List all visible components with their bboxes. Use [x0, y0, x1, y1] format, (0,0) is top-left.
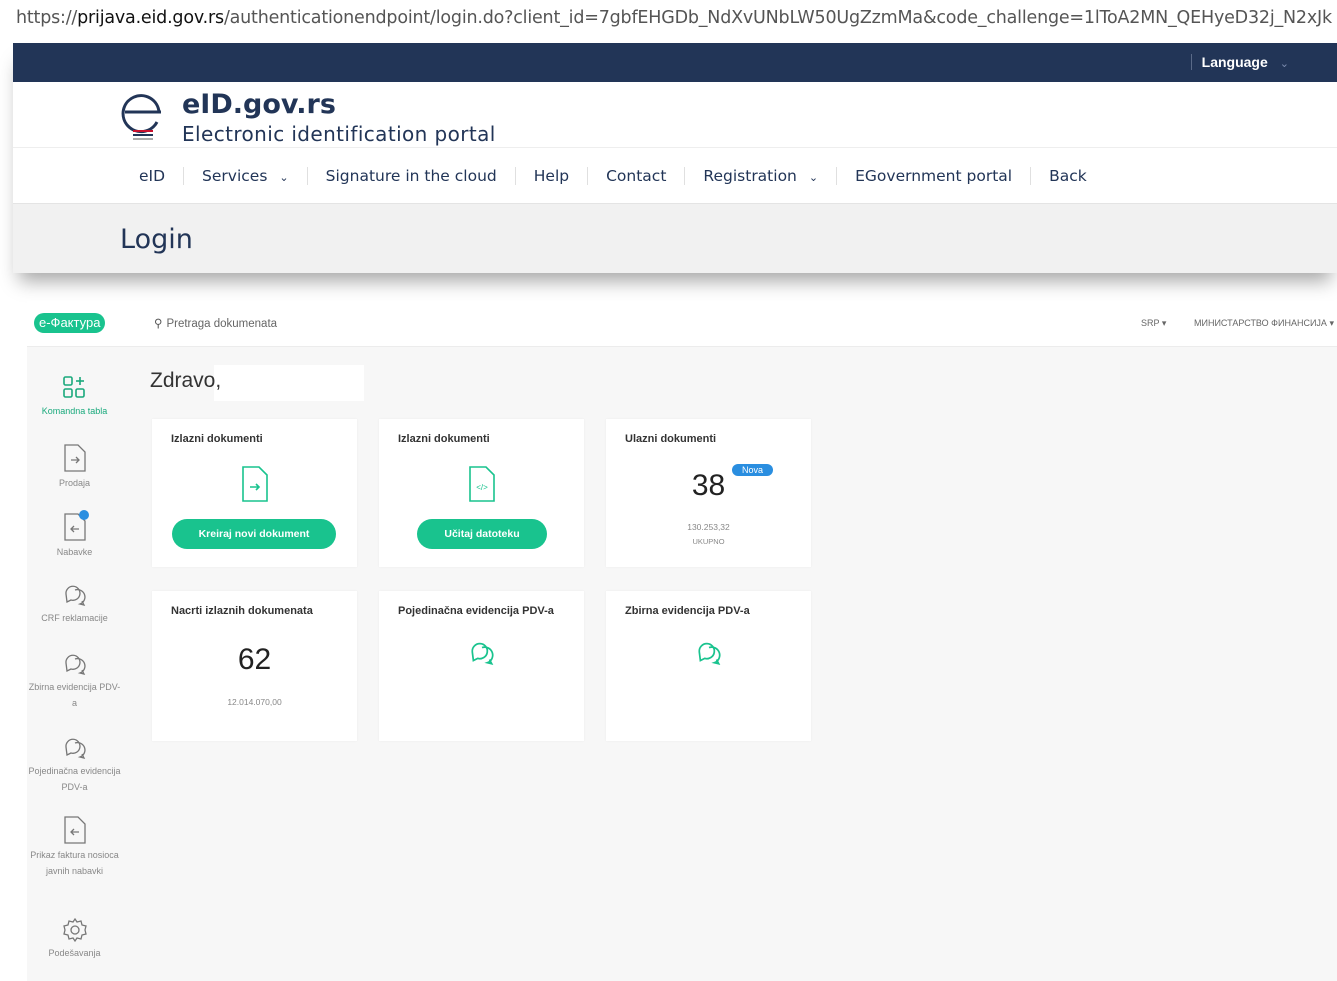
search-placeholder: Pretraga dokumenata [166, 318, 278, 330]
sidebar-item-label: Zbirna evidencija PDV-a [28, 682, 121, 708]
card-title: Ulazni dokumenti [625, 433, 717, 445]
drafts-count: 62 [237, 643, 272, 676]
chevron-down-icon: ⌄ [808, 170, 819, 184]
eid-logo-icon [121, 94, 161, 140]
nav-registration-label: Registration [703, 166, 797, 185]
language-value: SRP [1141, 318, 1160, 328]
sidebar-item-nabavke[interactable]: Nabavke [27, 510, 122, 560]
create-document-button[interactable]: Kreiraj novi dokument [172, 519, 336, 549]
language-selector[interactable]: Language ⌄ [1190, 54, 1289, 70]
url-prefix: https:// [16, 8, 78, 28]
nav-signature-label: Signature in the cloud [325, 166, 497, 185]
organization-name: МИНИСТАРСТВО ФИНАНСИЈА [1194, 318, 1327, 328]
card-ulazni[interactable]: Ulazni dokumenti 38 Nova 130.253,32 UKUP… [606, 419, 811, 567]
chevron-down-icon: ⌄ [1279, 58, 1289, 70]
dashboard-icon [62, 376, 85, 398]
address-bar[interactable]: https://prijava.eid.gov.rs/authenticatio… [0, 0, 1337, 38]
chat-icon [379, 639, 584, 672]
organization-selector[interactable]: МИНИСТАРСТВО ФИНАНСИЈА ▾ [1194, 318, 1334, 329]
sidebar-item-label: Komandna tabla [41, 406, 108, 416]
sidebar-item-zbirna[interactable]: Zbirna evidencija PDV-a [27, 651, 122, 711]
sidebar-item-label: Prikaz faktura nosioca javnih nabavki [30, 850, 119, 876]
eid-site-title[interactable]: eID.gov.rs [182, 89, 336, 120]
card-zbirna-evidencija[interactable]: Zbirna evidencija PDV-a [606, 591, 811, 741]
nav-contact-label: Contact [606, 166, 667, 185]
card-title: Izlazni dokumenti [398, 433, 490, 445]
nav-back-label: Back [1049, 166, 1087, 185]
search-input[interactable]: ⚲ Pretraga dokumenata [154, 316, 277, 330]
gear-icon [62, 917, 87, 943]
nav-back[interactable]: Back [1031, 167, 1105, 185]
eid-site-subtitle: Electronic identification portal [182, 122, 496, 146]
nav-egov-label: EGovernment portal [855, 166, 1013, 185]
document-in-icon [63, 816, 86, 844]
sidebar-item-pojedinacna[interactable]: Pojedinačna evidencija PDV-a [27, 735, 122, 795]
nav-eid-label: eID [139, 166, 166, 185]
svg-text:</>: </> [476, 483, 488, 492]
sidebar: Komandna tabla Prodaja Nabavke CRF rekla… [27, 347, 122, 981]
document-out-icon [152, 465, 357, 508]
efaktura-logo[interactable]: е-Фактура [34, 313, 106, 333]
efaktura-screenshot: е-Фактура ⚲ Pretraga dokumenata SRP ▾ МИН… [27, 301, 1337, 981]
chat-icon [606, 639, 811, 672]
document-in-icon [63, 510, 89, 541]
nav-signature-cloud[interactable]: Signature in the cloud [308, 166, 516, 185]
card-izlazni-ucitaj: Izlazni dokumenti </> Učitaj datoteku [379, 419, 584, 567]
sidebar-item-prodaja[interactable]: Prodaja [27, 443, 122, 491]
new-badge: Nova [732, 464, 774, 476]
card-izlazni-kreiraj: Izlazni dokumenti Kreiraj novi dokument [152, 419, 357, 567]
nav-help[interactable]: Help [516, 166, 589, 185]
sidebar-item-label: Prodaja [58, 478, 91, 488]
url-domain: prijava.eid.gov.rs [77, 8, 224, 28]
eid-portal-screenshot: Language ⌄ eID.gov.rs Electronic identifi… [13, 43, 1337, 273]
eid-main-nav: eID Services ⌄ Signature in the cloud Hel… [13, 148, 1337, 204]
card-title: Zbirna evidencija PDV-a [625, 605, 750, 617]
efaktura-top-bar: е-Фактура ⚲ Pretraga dokumenata SRP ▾ МИН… [27, 301, 1337, 347]
sidebar-item-label: Nabavke [56, 547, 93, 557]
nav-contact[interactable]: Contact [588, 166, 686, 185]
card-title: Nacrti izlaznih dokumenata [171, 605, 313, 617]
nav-services[interactable]: Services ⌄ [184, 166, 308, 185]
language-label: Language [1201, 54, 1268, 70]
chat-icon [64, 585, 86, 606]
chat-icon [64, 654, 86, 675]
user-name-redacted [214, 365, 364, 401]
eid-brand-header: eID.gov.rs Electronic identification por… [13, 82, 1337, 148]
drafts-amount: 12.014.070,00 [227, 697, 282, 707]
nav-help-label: Help [533, 166, 570, 185]
greeting: Zdravo, [150, 369, 222, 392]
sidebar-item-label: Pojedinačna evidencija PDV-a [28, 766, 121, 792]
search-icon: ⚲ [154, 318, 163, 330]
incoming-amount: 130.253,32 [687, 522, 730, 532]
nav-egovernment[interactable]: EGovernment portal [837, 166, 1032, 185]
sidebar-item-settings[interactable]: Podešavanja [27, 917, 122, 961]
sidebar-item-crf[interactable]: CRF reklamacije [27, 582, 122, 626]
sidebar-item-dashboard[interactable]: Komandna tabla [27, 375, 122, 419]
sidebar-item-label: CRF reklamacije [41, 613, 108, 623]
chat-icon [64, 738, 86, 759]
language-selector[interactable]: SRP ▾ [1141, 318, 1166, 329]
sidebar-item-label: Podešavanja [48, 948, 101, 958]
nav-services-label: Services [202, 166, 268, 185]
code-file-icon: </> [379, 465, 584, 508]
eid-top-bar: Language ⌄ [13, 43, 1337, 82]
nav-eid[interactable]: eID [121, 166, 185, 185]
url-path: /authenticationendpoint/login.do?client_… [223, 8, 1332, 28]
incoming-count: 38 [691, 469, 726, 502]
total-label: UKUPNO [692, 537, 725, 546]
card-title: Izlazni dokumenti [171, 433, 263, 445]
upload-file-button[interactable]: Učitaj datoteku [417, 519, 547, 549]
chevron-down-icon: ⌄ [279, 170, 289, 184]
card-pojedinacna-evidencija[interactable]: Pojedinačna evidencija PDV-a [379, 591, 584, 741]
dashboard-main: Zdravo, Izlazni dokumenti Kreiraj novi d… [122, 347, 1337, 981]
sidebar-item-javne-nabavke[interactable]: Prikaz faktura nosioca javnih nabavki [27, 815, 122, 879]
card-nacrti[interactable]: Nacrti izlaznih dokumenata 62 12.014.070… [152, 591, 357, 741]
card-title: Pojedinačna evidencija PDV-a [398, 605, 554, 617]
page-title: Login [13, 204, 1337, 273]
nav-registration[interactable]: Registration ⌄ [685, 166, 838, 185]
document-out-icon [63, 444, 86, 472]
